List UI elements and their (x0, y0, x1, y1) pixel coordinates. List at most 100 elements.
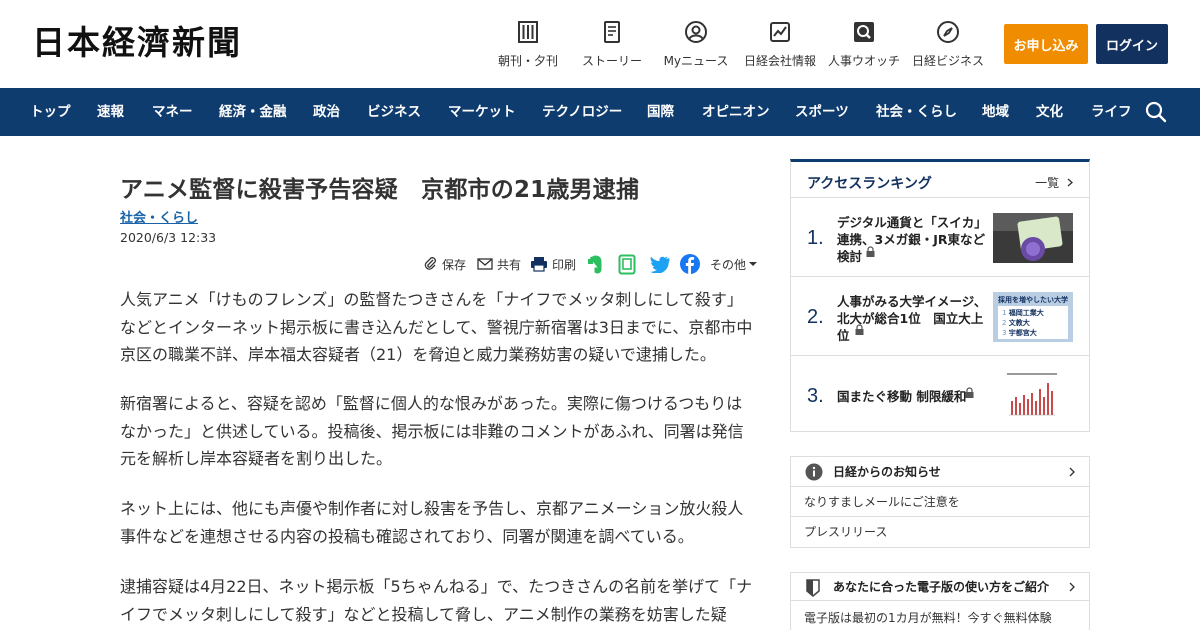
service-jinji[interactable]: 人事ウオッチ (821, 20, 907, 69)
nav-item-top[interactable]: トップ (30, 88, 71, 136)
ranking-thumbnail-chart (993, 371, 1073, 421)
book-icon (604, 21, 620, 43)
digital-guide: あなたに合った電子版の使い方をご紹介 電子版は最初の1カ月が無料！今すぐ無料体験 (790, 572, 1090, 630)
ranking-item[interactable]: 1. デジタル通貨と「スイカ」連携、3メガ銀・JR東など検討 (791, 199, 1089, 277)
login-button[interactable]: ログイン (1096, 24, 1168, 64)
share-label: 共有 (497, 257, 522, 272)
facebook-icon[interactable] (680, 254, 700, 274)
notices-title: 日経からのお知らせ (833, 465, 941, 479)
thumb-heading: 採用を増やしたい大学 (998, 296, 1068, 304)
printer-icon (531, 257, 547, 272)
nav-item-business[interactable]: ビジネス (367, 88, 421, 136)
info-icon (805, 463, 823, 481)
nav-item-technology[interactable]: テクノロジー (542, 88, 622, 136)
nikkei-notices: 日経からのお知らせ なりすましメールにご注意を プレスリリース (790, 456, 1090, 548)
nav-item-sports[interactable]: スポーツ (795, 88, 849, 136)
nav-item-regional[interactable]: 地域 (982, 88, 1009, 136)
more-label: その他 (710, 257, 747, 272)
thumb-university: 宇都宮大 (1008, 329, 1037, 337)
ranking-number: 3. (807, 385, 824, 407)
service-label: 日経会社情報 (743, 54, 816, 68)
lock-icon (855, 324, 864, 335)
ranking-header: アクセスランキング 一覧 (791, 162, 1089, 198)
service-label: 人事ウオッチ (827, 54, 900, 68)
nav-item-money[interactable]: マネー (152, 88, 193, 136)
clip-icon (424, 257, 436, 270)
service-mynews[interactable]: Myニュース (653, 20, 739, 69)
service-newspaper[interactable]: 朝刊・夕刊 (485, 20, 571, 69)
notices-header[interactable]: 日経からのお知らせ (791, 457, 1089, 487)
nav-item-breaking[interactable]: 速報 (97, 88, 124, 136)
guide-subtitle[interactable]: 電子版は最初の1カ月が無料！今すぐ無料体験 (804, 609, 1052, 626)
nav-item-economy[interactable]: 経済・金融 (219, 88, 287, 136)
article-paragraph: 人気アニメ「けものフレンズ」の監督たつきさんを「ナイフでメッタ刺しにして殺す」な… (120, 290, 753, 364)
notice-item[interactable]: プレスリリース (791, 517, 1089, 547)
apply-button[interactable]: お申し込み (1004, 24, 1088, 64)
nav-item-politics[interactable]: 政治 (313, 88, 340, 136)
share-button[interactable]: 共有 (477, 254, 521, 274)
bookmark-shield-icon (806, 579, 820, 597)
nav-item-international[interactable]: 国際 (647, 88, 674, 136)
evernote-icon[interactable] (586, 255, 604, 275)
article-date: 2020/6/3 12:33 (120, 230, 217, 245)
service-label: 日経ビジネス (911, 54, 984, 68)
print-label: 印刷 (552, 257, 577, 272)
thumb-rank: 2 (1002, 319, 1007, 327)
service-label: 朝刊・夕刊 (497, 54, 558, 68)
ranking-all-link[interactable]: 一覧 (1035, 174, 1073, 191)
site-logo[interactable]: 日本経濟新聞 (32, 26, 242, 59)
service-company-info[interactable]: 日経会社情報 (737, 20, 823, 69)
save-label: 保存 (442, 257, 467, 272)
chevron-right-icon (1067, 178, 1073, 187)
twitter-icon[interactable] (650, 256, 670, 273)
service-label: Myニュース (663, 54, 729, 68)
search-icon[interactable] (1144, 100, 1168, 124)
newspaper-icon (518, 21, 538, 43)
ranking-number: 1. (807, 227, 824, 249)
lock-icon (965, 387, 974, 398)
ranking-title: アクセスランキング (807, 176, 932, 192)
global-nav: トップ 速報 マネー 経済・金融 政治 ビジネス マーケット テクノロジー 国際… (0, 88, 1200, 136)
ranking-item[interactable]: 3. 国またぐ移動 制限緩和 (791, 357, 1089, 435)
lock-icon (866, 246, 875, 257)
thumb-university: 文教大 (1008, 319, 1030, 327)
article-paragraph: ネット上には、他にも声優や制作者に対し殺害を予告し、京都アニメーション放火殺人事… (120, 499, 744, 546)
ranking-number: 2. (807, 306, 824, 328)
ranking-thumbnail-universities: 採用を増やしたい大学 1 福岡工業大 2 文教大 3 宇都宮大 (993, 292, 1073, 342)
notice-item[interactable]: なりすましメールにご注意を (791, 487, 1089, 517)
note-icon[interactable] (618, 254, 636, 275)
user-icon (685, 21, 707, 43)
save-button[interactable]: 保存 (424, 254, 466, 274)
nav-item-life[interactable]: ライフ (1091, 88, 1132, 136)
service-label: ストーリー (581, 54, 642, 68)
article-title: アニメ監督に殺害予告容疑 京都市の21歳男逮捕 (120, 177, 640, 203)
ranking-all-label: 一覧 (1035, 176, 1060, 190)
chevron-right-icon (1069, 582, 1075, 592)
nav-item-culture[interactable]: 文化 (1036, 88, 1063, 136)
more-share-button[interactable]: その他 (710, 254, 761, 274)
thumb-university: 福岡工業大 (1008, 309, 1044, 317)
guide-title: あなたに合った電子版の使い方をご紹介 (833, 580, 1050, 594)
service-story[interactable]: ストーリー (569, 20, 655, 69)
magnifier-icon (854, 22, 874, 42)
thumb-rank: 3 (1002, 329, 1007, 337)
ranking-thumbnail-suica (993, 213, 1073, 263)
article-paragraph: 逮捕容疑は4月22日、ネット掲示板「5ちゃんねる」で、たつきさんの名前を挙げて「… (120, 577, 753, 624)
compass-icon (937, 21, 959, 43)
ranking-headline: デジタル通貨と「スイカ」連携、3メガ銀・JR東など検討 (837, 215, 987, 264)
thumb-rank: 1 (1002, 309, 1007, 317)
ranking-headline: 人事がみる大学イメージ、北大が総合1位 国立大上位 (837, 294, 987, 343)
article-category-link[interactable]: 社会・くらし (120, 207, 198, 226)
service-business[interactable]: 日経ビジネス (905, 20, 991, 69)
print-button[interactable]: 印刷 (530, 254, 576, 274)
guide-header[interactable]: あなたに合った電子版の使い方をご紹介 (791, 573, 1089, 601)
chart-icon (770, 22, 790, 42)
site-header: 日本経濟新聞 朝刊・夕刊 ストーリー Myニュース 日経会社情報 人事ウオッチ … (0, 0, 1200, 88)
chevron-right-icon (1069, 467, 1075, 477)
caret-down-icon (749, 262, 758, 266)
access-ranking: アクセスランキング 一覧 1. デジタル通貨と「スイカ」連携、3メガ銀・JR東な… (790, 159, 1090, 432)
nav-item-market[interactable]: マーケット (448, 88, 516, 136)
ranking-item[interactable]: 2. 人事がみる大学イメージ、北大が総合1位 国立大上位 採用を増やしたい大学 … (791, 278, 1089, 356)
nav-item-society[interactable]: 社会・くらし (876, 88, 957, 136)
nav-item-opinion[interactable]: オピニオン (702, 88, 770, 136)
